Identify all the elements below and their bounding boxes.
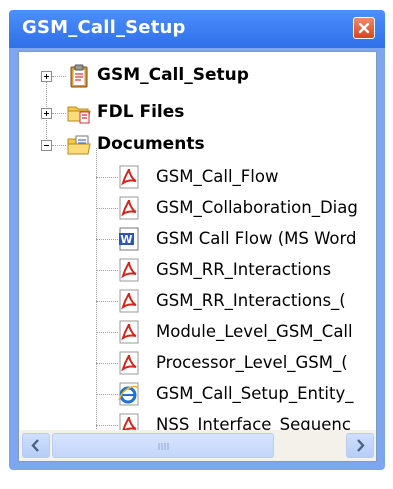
document-item[interactable]: NSS_Interface_Sequenc xyxy=(156,415,351,430)
tree-connector xyxy=(96,177,118,178)
pdf-icon xyxy=(119,351,139,375)
close-button[interactable] xyxy=(353,17,375,39)
ie-html-icon xyxy=(118,382,139,406)
expand-toggle[interactable] xyxy=(41,71,52,82)
document-item[interactable]: Processor_Level_GSM_( xyxy=(156,353,348,372)
scroll-left-button[interactable] xyxy=(22,433,50,458)
tree-node-label[interactable]: GSM_Call_Setup xyxy=(97,65,249,85)
tree-connector xyxy=(96,425,118,426)
pdf-icon xyxy=(119,413,139,430)
collapse-toggle[interactable] xyxy=(41,140,52,151)
documents-folder-icon xyxy=(67,135,91,155)
scroll-thumb[interactable] xyxy=(52,433,274,458)
tree-connector xyxy=(52,76,66,77)
pdf-icon xyxy=(119,196,139,220)
tree-connector xyxy=(96,239,118,240)
plus-icon xyxy=(44,74,49,79)
document-item[interactable]: GSM Call Flow (MS Word xyxy=(156,229,357,248)
tree-connector xyxy=(96,301,118,302)
title-bar[interactable]: GSM_Call_Setup xyxy=(9,10,385,48)
chevron-right-icon xyxy=(357,439,365,452)
tree-connector xyxy=(96,148,97,430)
document-item[interactable]: Module_Level_GSM_Call xyxy=(156,322,353,341)
window-title: GSM_Call_Setup xyxy=(22,17,186,38)
tree-connector xyxy=(96,270,118,271)
folder-icon xyxy=(67,106,91,124)
pdf-icon xyxy=(119,320,139,344)
pdf-icon xyxy=(119,258,139,282)
word-doc-icon: W xyxy=(119,227,139,251)
document-item[interactable]: GSM_Call_Setup_Entity_ xyxy=(156,384,354,403)
tree-view[interactable]: GSM_Call_Setup FDL Files Documents GSM_C… xyxy=(18,51,377,431)
document-item[interactable]: GSM_Collaboration_Diag xyxy=(156,198,358,217)
pdf-icon xyxy=(119,289,139,313)
svg-text:W: W xyxy=(120,233,132,246)
horizontal-scrollbar[interactable] xyxy=(18,430,377,462)
document-item[interactable]: GSM_RR_Interactions_( xyxy=(156,291,346,310)
grip-icon xyxy=(158,443,169,450)
tree-connector xyxy=(52,113,66,114)
expand-toggle[interactable] xyxy=(41,108,52,119)
tree-window: GSM_Call_Setup GSM_Call_Setup FDL Files … xyxy=(9,10,385,470)
document-item[interactable]: GSM_RR_Interactions xyxy=(156,260,331,279)
clipboard-icon xyxy=(70,64,88,88)
pdf-icon xyxy=(119,165,139,189)
plus-icon xyxy=(44,111,49,116)
document-item[interactable]: GSM_Call_Flow xyxy=(156,167,278,186)
tree-connector xyxy=(96,208,118,209)
tree-node-label[interactable]: Documents xyxy=(97,134,205,154)
chevron-left-icon xyxy=(31,439,39,452)
tree-node-label[interactable]: FDL Files xyxy=(97,102,184,122)
tree-connector xyxy=(96,394,118,395)
tree-connector xyxy=(52,145,66,146)
minus-icon xyxy=(44,145,49,146)
close-icon xyxy=(358,22,370,34)
tree-connector xyxy=(96,332,118,333)
scroll-right-button[interactable] xyxy=(346,433,374,458)
tree-connector xyxy=(96,363,118,364)
